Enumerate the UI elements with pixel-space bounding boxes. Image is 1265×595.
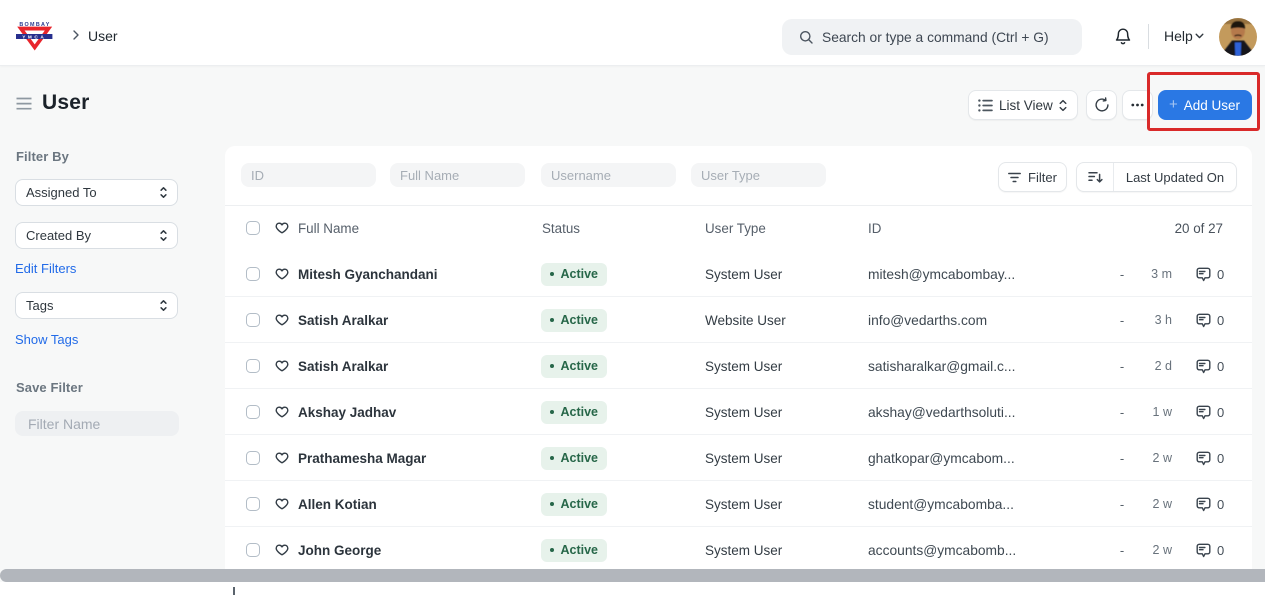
svg-text:YMCA: YMCA	[22, 34, 46, 39]
